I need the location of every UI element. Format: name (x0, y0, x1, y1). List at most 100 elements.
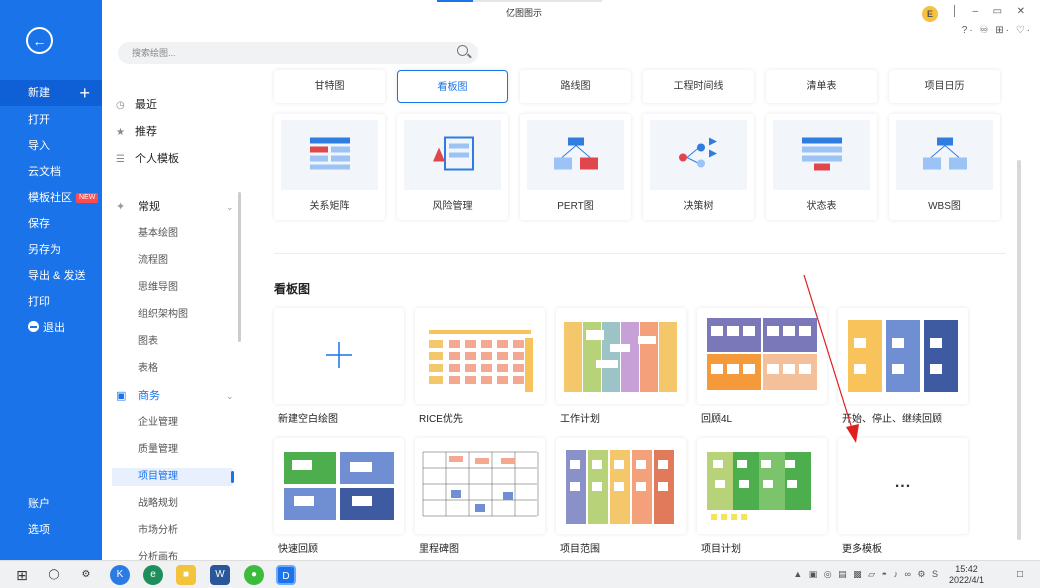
edraw-app-icon[interactable]: D (276, 565, 296, 585)
system-tray-icons[interactable]: ▲ ▣ ◎ ▤ ▩ ▱ ◓ ♪ ∞ ⚙ S (793, 569, 940, 580)
nav-label: 打印 (28, 296, 50, 308)
toolbar-icons[interactable]: ?· ♾ ⊞· ♡· (962, 25, 1032, 36)
back-arrow-icon[interactable]: ← (26, 27, 53, 54)
template-card-rice[interactable]: RICE优先 (415, 308, 545, 426)
taskbar-clock[interactable]: 15:42 2022/4/1 (949, 564, 984, 586)
category-tab[interactable]: 甘特图 (274, 70, 385, 103)
projectplan-thumbnail (697, 438, 827, 534)
edge-browser-icon[interactable]: e (143, 565, 163, 585)
category-item[interactable]: 思维导图 (138, 279, 178, 297)
exit-icon (28, 321, 39, 332)
app-k-icon[interactable]: K (110, 565, 130, 585)
startstop-thumbnail (838, 308, 968, 404)
matrix-icon (281, 120, 378, 190)
file-explorer-icon[interactable]: ■ (176, 565, 196, 585)
clock-time: 15:42 (955, 564, 978, 574)
nav-exit[interactable]: 退出 (0, 315, 102, 341)
diagram-type-card[interactable]: 决策树 (643, 114, 754, 220)
category-item[interactable]: 基本绘图 (138, 225, 178, 243)
category-group-1[interactable]: ▣ 商务 ⌄ (116, 387, 234, 405)
quick-item-label: 最近 (135, 99, 157, 111)
section-divider (274, 253, 1006, 254)
quick-item[interactable]: ◷ 最近 (116, 94, 157, 116)
diagram-type-card[interactable]: PERT图 (520, 114, 631, 220)
word-icon[interactable]: W (210, 565, 230, 585)
category-item[interactable]: 图表 (138, 333, 158, 351)
template-gallery: 甘特图 看板图 路线图 工程时间线 清单表 项目日历 关系矩阵 风险管理 PERT图决策树 状态… (258, 70, 1018, 560)
template-card-retro4l[interactable]: 回顾4L (697, 308, 827, 426)
category-item[interactable]: 项目管理 (112, 468, 234, 486)
nav-new[interactable]: 新建 + (0, 80, 102, 106)
clock-icon: ◷ (116, 100, 125, 111)
nav-account[interactable]: 账户 (0, 491, 102, 517)
nav-community[interactable]: 模板社区 NEW (0, 185, 102, 211)
category-item[interactable]: 组织架构图 (138, 306, 188, 324)
category-tab[interactable]: 工程时间线 (643, 70, 754, 103)
nav-save[interactable]: 保存 (0, 211, 102, 237)
search-icon[interactable] (457, 45, 468, 56)
taskbar-search-icon[interactable]: ◯ (44, 565, 64, 585)
diagram-type-label: 决策树 (683, 201, 714, 212)
nav-options[interactable]: 选项 (0, 517, 102, 543)
nav-open[interactable]: 打开 (0, 107, 102, 133)
notification-icon[interactable]: □ (1010, 565, 1030, 585)
chevron-down-icon[interactable]: ⌄ (226, 387, 234, 405)
nav-print[interactable]: 打印 (0, 289, 102, 315)
category-item[interactable]: 流程图 (138, 252, 168, 270)
nav-import[interactable]: 导入 (0, 133, 102, 159)
nav-label: 另存为 (28, 244, 61, 256)
windows-start-icon[interactable]: ⊞ (12, 565, 32, 585)
template-card-scope[interactable]: 项目范围 (556, 438, 686, 556)
category-tab[interactable]: 路线图 (520, 70, 631, 103)
nav-export[interactable]: 导出 & 发送 (0, 263, 102, 289)
app-window: ← 新建 + 打开 导入云文档模板社区 NEW 保存另存为导出 & 发送打印退出 账户 选项… (0, 0, 1040, 563)
nav-cloud[interactable]: 云文档 (0, 159, 102, 185)
template-card-startstop[interactable]: 开始、停止、继续回顾 (838, 308, 968, 426)
quick-item-label: 个人模板 (135, 153, 179, 165)
wechat-icon[interactable]: ● (244, 565, 264, 585)
retro4l-thumbnail (697, 308, 827, 404)
template-label: 开始、停止、继续回顾 (842, 414, 942, 425)
diagram-type-card[interactable]: 关系矩阵 (274, 114, 385, 220)
template-card-blank[interactable]: 新建空白绘图 (274, 308, 404, 426)
gallery-scrollbar[interactable] (1017, 160, 1021, 540)
user-avatar[interactable]: E (922, 6, 938, 22)
category-tab[interactable]: 清单表 (766, 70, 877, 103)
category-panel-scrollbar[interactable] (238, 192, 241, 342)
template-card-more[interactable]: ... 更多模板 (838, 438, 968, 556)
category-item[interactable]: 质量管理 (138, 441, 178, 459)
settings-icon[interactable]: ⚙ (76, 565, 96, 585)
diagram-type-card[interactable]: 状态表 (766, 114, 877, 220)
file-menu-sidebar: ← 新建 + 打开 导入云文档模板社区 NEW 保存另存为导出 & 发送打印退出 账户 选项 (0, 0, 102, 560)
template-card-milestone[interactable]: 里程碑图 (415, 438, 545, 556)
diagram-type-label: 风险管理 (432, 201, 473, 212)
template-card-projectplan[interactable]: 项目计划 (697, 438, 827, 556)
quick-item[interactable]: ★ 推荐 (116, 121, 157, 143)
diagram-type-card[interactable]: WBS图 (889, 114, 1000, 220)
search-input[interactable]: 搜索绘图... (118, 42, 478, 64)
nav-label: 保存 (28, 218, 50, 230)
category-item[interactable]: 表格 (138, 360, 158, 378)
template-card-workplan[interactable]: 工作计划 (556, 308, 686, 426)
more-thumbnail: ... (838, 438, 968, 534)
diagram-type-label: 关系矩阵 (309, 201, 350, 212)
category-item[interactable]: 市场分析 (138, 522, 178, 540)
quick-item-label: 推荐 (135, 126, 157, 138)
windows-taskbar: ⊞ ◯ ⚙ K e ■ W ● D ▲ ▣ ◎ ▤ ▩ ▱ ◓ ♪ ∞ ⚙ S … (0, 560, 1040, 588)
category-item[interactable]: 战略规划 (138, 495, 178, 513)
diagram-type-label: WBS图 (928, 201, 961, 212)
category-tab[interactable]: 看板图 (397, 70, 508, 103)
category-item[interactable]: 企业管理 (138, 414, 178, 432)
nav-saveas[interactable]: 另存为 (0, 237, 102, 263)
diagram-type-card[interactable]: 风险管理 (397, 114, 508, 220)
category-tab[interactable]: 项目日历 (889, 70, 1000, 103)
chevron-down-icon[interactable]: ⌄ (226, 198, 234, 216)
category-group-0[interactable]: ✦ 常规 ⌄ (116, 198, 234, 216)
window-controls[interactable]: │ – ▭ ✕ (952, 6, 1028, 17)
nav-label: 云文档 (28, 166, 61, 178)
state-table-icon (773, 120, 870, 190)
plus-icon[interactable]: + (79, 80, 90, 106)
quick-item[interactable]: ☰ 个人模板 (116, 148, 179, 170)
clock-date: 2022/4/1 (948, 575, 984, 585)
template-card-quickretro[interactable]: 快速回顾 (274, 438, 404, 556)
